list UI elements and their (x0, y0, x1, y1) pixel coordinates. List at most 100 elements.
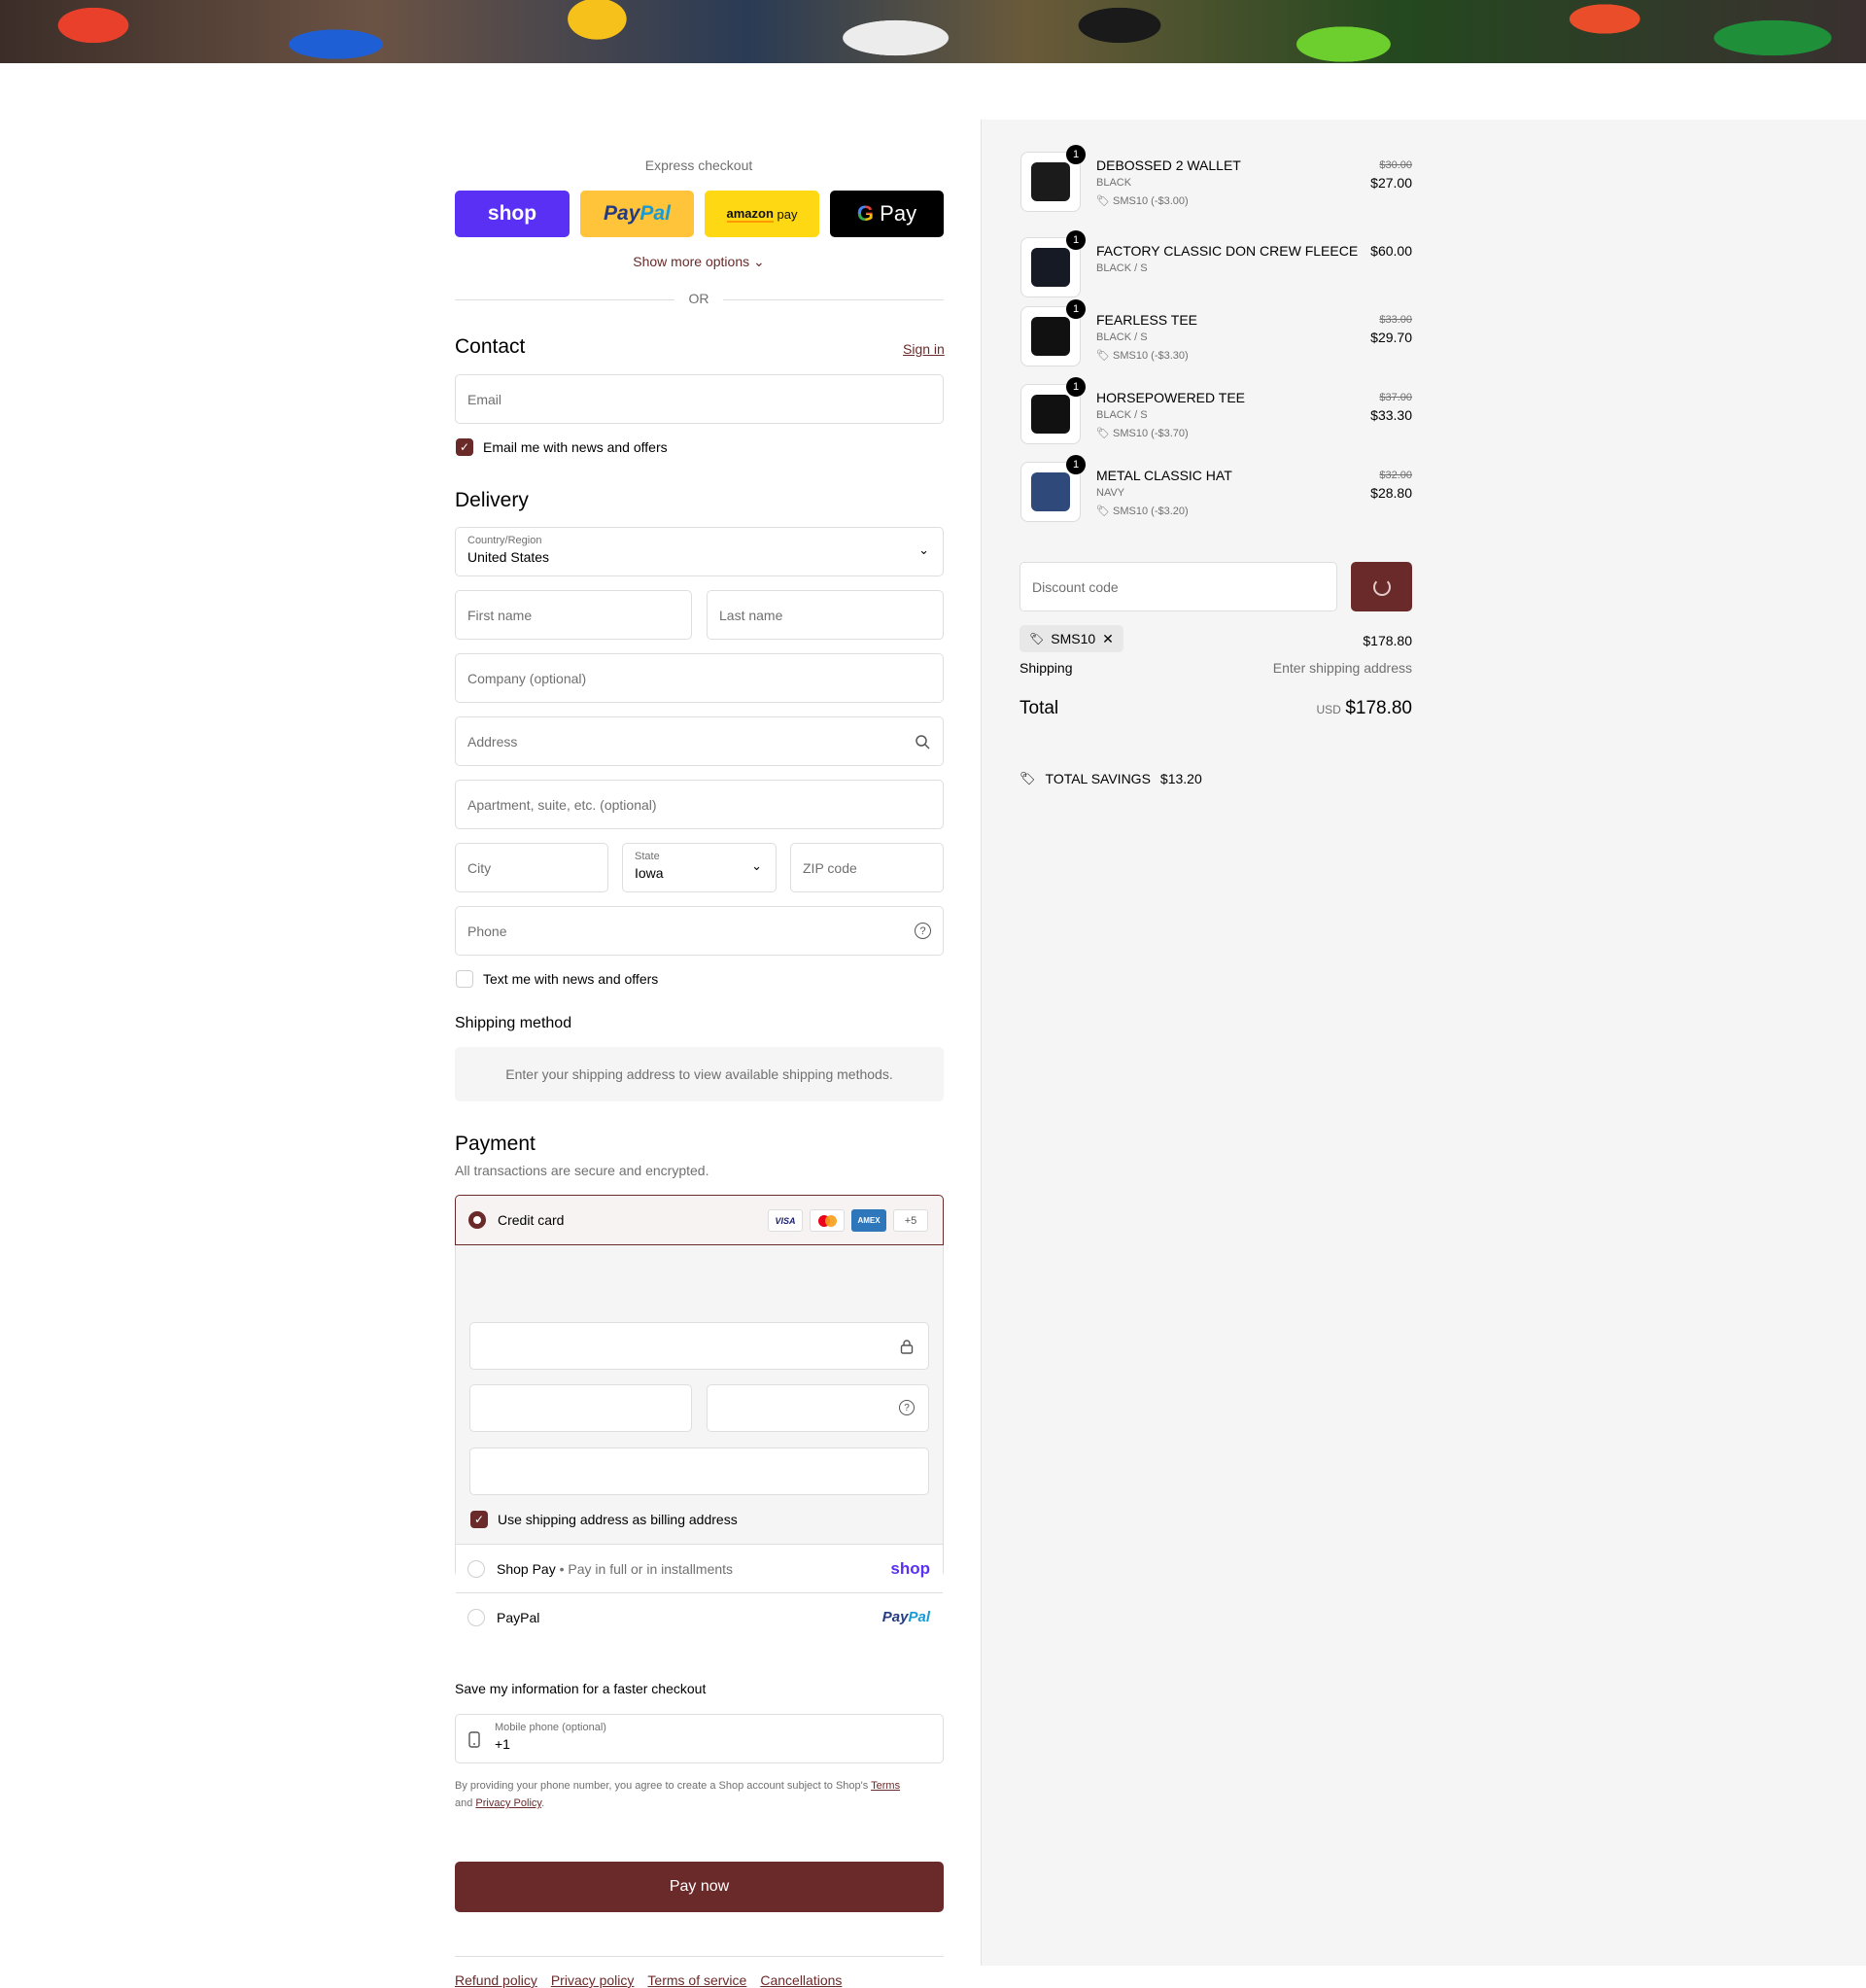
legal-and: and (455, 1797, 473, 1809)
refund-policy-link[interactable]: Refund policy (455, 1972, 537, 1988)
amazon-pay-button[interactable]: amazon pay (705, 191, 819, 237)
shipping-method-heading: Shipping method (455, 1015, 572, 1031)
shop-logo: shop (487, 202, 537, 225)
amex-text: AMEX (857, 1216, 881, 1225)
product-thumbnail: 1 (1020, 299, 1086, 366)
product-discount: 🏷 SMS10 (-$3.30) (1096, 349, 1189, 362)
remove-code-icon[interactable]: ✕ (1102, 631, 1114, 647)
tag-icon: 🏷 (1029, 632, 1045, 645)
savings-label: TOTAL SAVINGS (1045, 771, 1151, 786)
email-news-checkbox[interactable]: ✓ (456, 438, 473, 456)
payment-subtitle: All transactions are secure and encrypte… (455, 1163, 709, 1178)
shop-pay-button[interactable]: shop (455, 191, 570, 237)
total-amount: USD $178.80 (1218, 698, 1412, 719)
total-savings: 🏷 TOTAL SAVINGS $13.20 (1019, 771, 1202, 786)
contact-heading: Contact (455, 335, 526, 358)
credit-card-radio[interactable] (468, 1211, 486, 1229)
product-image (1031, 317, 1070, 356)
zip-placeholder: ZIP code (803, 859, 857, 876)
zip-field[interactable]: ZIP code (790, 843, 944, 892)
last-name-placeholder: Last name (719, 607, 783, 623)
terms-of-service-link[interactable]: Terms of service (647, 1972, 746, 1988)
text-news-label: Text me with news and offers (483, 971, 659, 987)
cancellations-link[interactable]: Cancellations (760, 1972, 842, 1988)
product-image (1031, 472, 1070, 511)
help-icon[interactable]: ? (915, 923, 931, 939)
first-name-field[interactable]: First name (455, 590, 692, 640)
country-value: United States (467, 549, 550, 565)
paypal-radio[interactable] (467, 1609, 485, 1626)
privacy-link[interactable]: Privacy Policy (475, 1797, 541, 1809)
tag-icon: 🏷 (1096, 350, 1110, 362)
product-variant: BLACK / S (1096, 262, 1148, 274)
product-discount: 🏷 SMS10 (-$3.20) (1096, 505, 1189, 517)
pay-now-button[interactable]: Pay now (455, 1862, 944, 1912)
checkout-main: Express checkout shop Pay Pal amazon pay … (0, 63, 981, 1988)
sign-in-link[interactable]: Sign in (903, 341, 945, 357)
email-field[interactable]: Email (455, 374, 944, 424)
country-select[interactable]: Country/Region United States ⌄ (455, 527, 944, 576)
applied-code-tag: 🏷 SMS10 ✕ (1019, 625, 1123, 652)
terms-link[interactable]: Terms (871, 1780, 900, 1792)
product-price: $27.00 (1370, 175, 1412, 191)
last-name-field[interactable]: Last name (707, 590, 944, 640)
tag-icon: 🏷 (1096, 428, 1110, 439)
shop-logo: shop (890, 1559, 930, 1578)
product-image (1031, 395, 1070, 434)
subtotal-value: $178.80 (1363, 633, 1412, 648)
shop-pay-option[interactable]: Shop Pay • Pay in full or in installment… (456, 1544, 943, 1592)
product-image (1031, 248, 1070, 287)
product-name: METAL CLASSIC HAT (1096, 468, 1232, 483)
company-field[interactable]: Company (optional) (455, 653, 944, 703)
product-price: $33.30 (1370, 407, 1412, 423)
chevron-down-icon: ⌄ (751, 858, 762, 873)
discount-text: SMS10 (-$3.20) (1113, 506, 1189, 517)
original-price: $37.00 (1379, 392, 1412, 403)
google-pay-button[interactable]: G Pay (830, 191, 944, 237)
address-placeholder: Address (467, 733, 518, 750)
security-code-field[interactable]: ? (707, 1384, 929, 1432)
card-number-field[interactable] (469, 1322, 929, 1370)
product-name: FEARLESS TEE (1096, 312, 1198, 328)
hero-banner (0, 0, 1866, 63)
billing-address-checkbox[interactable]: ✓ (470, 1511, 488, 1528)
search-icon (916, 735, 930, 750)
address-field[interactable]: Address (455, 716, 944, 766)
show-more-options[interactable]: Show more options ⌄ (455, 254, 943, 270)
expiration-field[interactable] (469, 1384, 692, 1432)
product-thumbnail: 1 (1020, 145, 1086, 212)
paypal-option[interactable]: PayPal PayPal (456, 1592, 943, 1641)
credit-card-option[interactable]: Credit card VISA AMEX +5 (455, 1195, 944, 1245)
original-price: $32.00 (1379, 470, 1412, 481)
mobile-phone-field[interactable]: Mobile phone (optional) +1 (455, 1714, 944, 1763)
product-variant: BLACK / S (1096, 331, 1148, 343)
discount-code-field[interactable]: Discount code (1019, 562, 1337, 611)
city-field[interactable]: City (455, 843, 608, 892)
quantity-badge: 1 (1066, 455, 1086, 474)
bullet-separator: • (555, 1561, 569, 1577)
product-image (1031, 162, 1070, 201)
spinner-icon (1372, 577, 1391, 596)
quantity-badge: 1 (1066, 145, 1086, 164)
paypal-button[interactable]: Pay Pal (580, 191, 694, 237)
paypal-logo: PayPal (882, 1609, 930, 1625)
discount-text: SMS10 (-$3.00) (1113, 195, 1189, 207)
state-select[interactable]: State Iowa ⌄ (622, 843, 777, 892)
mobile-icon (468, 1731, 480, 1748)
credit-card-label: Credit card (498, 1212, 565, 1228)
product-discount: 🏷 SMS10 (-$3.00) (1096, 194, 1189, 207)
help-icon[interactable]: ? (899, 1400, 915, 1415)
shop-pay-radio[interactable] (467, 1560, 485, 1578)
privacy-policy-link[interactable]: Privacy policy (551, 1972, 635, 1988)
legal-text: By providing your phone number, you agre… (455, 1777, 944, 1812)
more-cards-badge: +5 (893, 1209, 928, 1232)
product-thumbnail: 1 (1020, 455, 1086, 522)
product-thumbnail: 1 (1020, 230, 1086, 297)
phone-field[interactable]: Phone ? (455, 906, 944, 956)
apply-discount-button[interactable] (1351, 562, 1412, 611)
original-price: $30.00 (1379, 159, 1412, 171)
text-news-checkbox[interactable] (456, 970, 473, 988)
name-on-card-field[interactable] (469, 1447, 929, 1495)
apartment-field[interactable]: Apartment, suite, etc. (optional) (455, 780, 944, 829)
chevron-down-icon: ⌄ (918, 542, 929, 557)
